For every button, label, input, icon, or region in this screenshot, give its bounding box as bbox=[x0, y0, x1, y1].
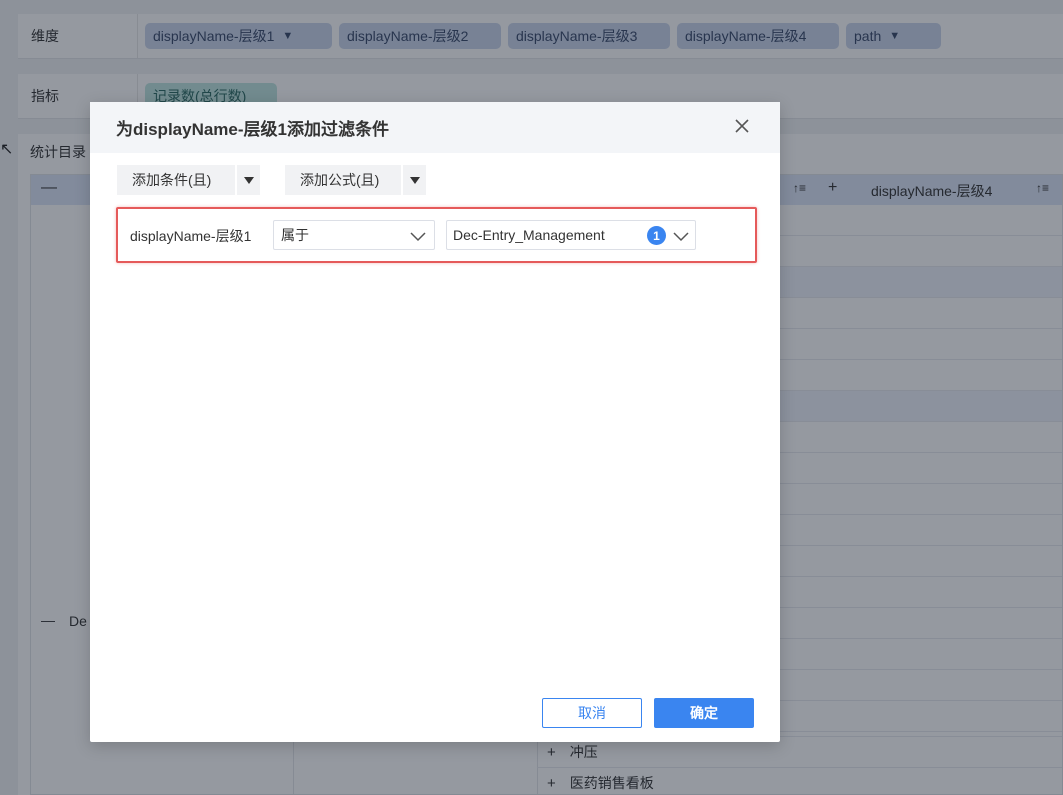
filter-dialog: 为displayName-层级1添加过滤条件 添加条件(且) 添加公式(且) d… bbox=[90, 102, 780, 742]
selected-value: Dec-Entry_Management bbox=[453, 227, 605, 243]
caret-down-icon bbox=[409, 176, 420, 184]
add-condition-button[interactable]: 添加条件(且) bbox=[117, 165, 235, 195]
condition-row: displayName-层级1 属于 Dec-Entry_Management … bbox=[116, 207, 757, 263]
dialog-toolbar: 添加条件(且) 添加公式(且) bbox=[117, 165, 426, 195]
add-formula-split-button: 添加公式(且) bbox=[285, 165, 426, 195]
selected-count-badge: 1 bbox=[647, 226, 666, 245]
operator-select[interactable]: 属于 bbox=[273, 220, 435, 250]
add-formula-button[interactable]: 添加公式(且) bbox=[285, 165, 401, 195]
add-formula-dropdown[interactable] bbox=[403, 165, 426, 195]
condition-field-label: displayName-层级1 bbox=[130, 228, 252, 244]
chevron-down-icon[interactable] bbox=[673, 229, 689, 245]
confirm-button[interactable]: 确定 bbox=[654, 698, 754, 728]
add-condition-dropdown[interactable] bbox=[237, 165, 260, 195]
dialog-header: 为displayName-层级1添加过滤条件 bbox=[90, 102, 780, 153]
dialog-title: 为displayName-层级1添加过滤条件 bbox=[116, 120, 389, 139]
value-select[interactable]: Dec-Entry_Management 1 bbox=[446, 220, 696, 250]
add-condition-split-button: 添加条件(且) bbox=[117, 165, 260, 195]
close-icon[interactable] bbox=[732, 116, 752, 136]
chevron-down-icon[interactable] bbox=[410, 229, 426, 245]
operator-value: 属于 bbox=[281, 227, 309, 243]
cancel-button[interactable]: 取消 bbox=[542, 698, 642, 728]
caret-down-icon bbox=[243, 176, 254, 184]
